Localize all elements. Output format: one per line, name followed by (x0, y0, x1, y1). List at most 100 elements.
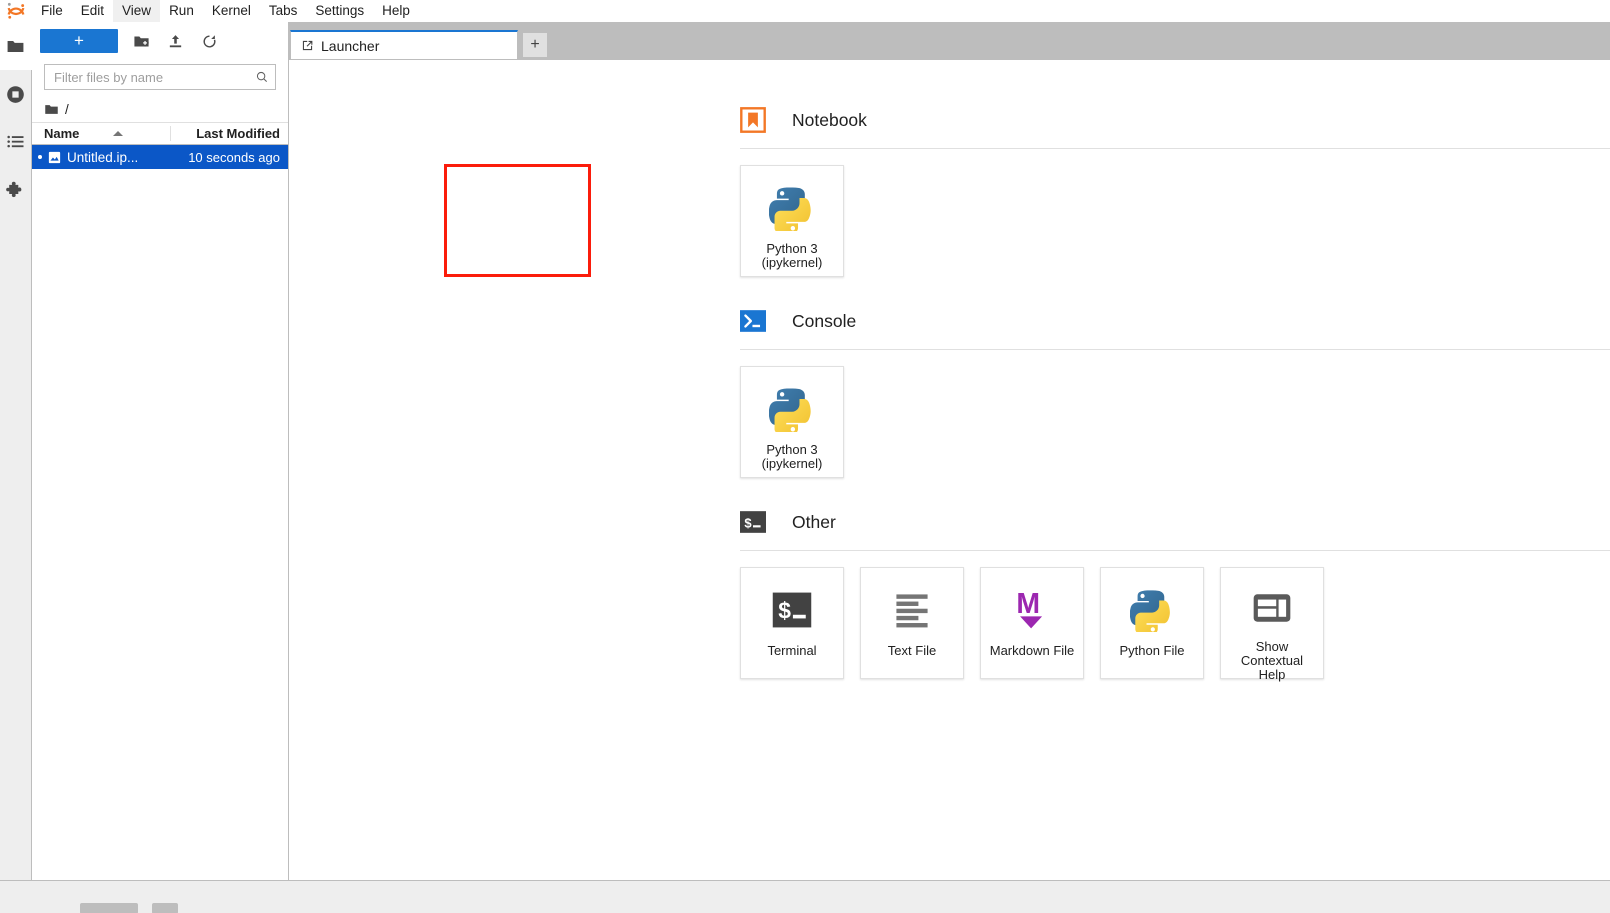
section-header-console: Console (293, 299, 1610, 343)
launcher-card-label: Text File (887, 643, 937, 658)
launcher-card-terminal[interactable]: $ Terminal (740, 567, 844, 679)
menu-item-help[interactable]: Help (373, 0, 419, 22)
table-row[interactable]: Untitled.ip... 10 seconds ago (32, 145, 288, 169)
menu-bar: File Edit View Run Kernel Tabs Settings … (0, 0, 1610, 22)
sidebar-item-extension-manager[interactable] (0, 166, 32, 214)
status-bar (0, 880, 1610, 913)
card-label-line2: (ipykernel) (761, 255, 823, 270)
tab-bar: Launcher + (290, 26, 548, 60)
launcher-card-label: Show Contextual Help (1237, 640, 1307, 682)
sidebar-item-commands[interactable] (0, 118, 32, 166)
status-chip[interactable] (80, 903, 138, 913)
console-section-icon (740, 310, 766, 332)
python-logo-icon (769, 385, 815, 433)
launcher-card-label: Markdown File (989, 643, 1075, 658)
launcher-icon (302, 40, 313, 51)
python-logo-icon (769, 184, 815, 232)
launcher-card-python3-console[interactable]: Python 3 (ipykernel) (740, 366, 844, 478)
sidebar-item-running-sessions[interactable] (0, 70, 32, 118)
card-label-line2: (ipykernel) (761, 456, 823, 471)
file-filter-wrapper (32, 60, 288, 96)
launcher-section-notebook: Notebook Python 3 (ipykernel) (293, 98, 1610, 277)
sort-ascending-icon (113, 131, 124, 136)
breadcrumb-path: / (65, 101, 69, 117)
menu-item-kernel[interactable]: Kernel (203, 0, 260, 22)
launcher-card-text-file[interactable]: Text File (860, 567, 964, 679)
search-icon (256, 71, 268, 83)
column-header-last-modified[interactable]: Last Modified (170, 126, 288, 141)
card-label-line1: Show (1255, 639, 1289, 654)
tab-label: Launcher (321, 37, 380, 54)
card-row-console: Python 3 (ipykernel) (293, 350, 1610, 478)
new-folder-icon (133, 36, 149, 47)
file-modified-cell: 10 seconds ago (188, 149, 280, 165)
upload-button[interactable] (164, 29, 186, 53)
card-label-line2: Contextual (1240, 653, 1304, 668)
file-list-header: Name Last Modified (32, 122, 288, 145)
svg-text:$: $ (778, 597, 791, 623)
puzzle-piece-icon (6, 181, 22, 197)
search-input[interactable] (54, 69, 255, 85)
new-launcher-button[interactable]: + (40, 29, 118, 53)
upload-icon (169, 34, 181, 47)
launcher-card-python-file[interactable]: Python File (1100, 567, 1204, 679)
menu-item-edit[interactable]: Edit (72, 0, 113, 22)
activity-bar (0, 22, 32, 913)
status-chip-secondary[interactable] (152, 903, 178, 913)
launcher-card-label: Terminal (767, 643, 817, 658)
folder-icon (7, 40, 23, 52)
launcher-section-console: Console Python 3 (ipykernel) (293, 299, 1610, 478)
card-label-line1: Python 3 (766, 442, 818, 457)
launcher-section-other: $ Other $ Terminal Text File M Markdown … (293, 500, 1610, 682)
menu-item-view[interactable]: View (113, 0, 161, 22)
stop-circle-icon (7, 85, 24, 103)
contextual-help-icon (1250, 586, 1294, 630)
breadcrumb[interactable]: / (32, 96, 288, 122)
text-file-icon (890, 586, 934, 634)
launcher-card-label: Python 3 (ipykernel) (758, 443, 827, 471)
new-folder-button[interactable] (130, 29, 152, 53)
section-title-notebook: Notebook (792, 109, 867, 130)
jupyter-logo-icon (0, 0, 32, 22)
file-name-label: Untitled.ip... (67, 149, 139, 165)
file-browser-toolbar: + (32, 22, 288, 60)
launcher-card-contextual-help[interactable]: Show Contextual Help (1220, 567, 1324, 682)
notebook-section-icon (740, 107, 766, 133)
launcher-card-label: Python 3 (ipykernel) (758, 242, 827, 270)
new-tab-button[interactable]: + (522, 32, 548, 58)
section-header-other: $ Other (293, 500, 1610, 544)
tab-launcher[interactable]: Launcher (290, 30, 518, 60)
menu-item-tabs[interactable]: Tabs (260, 0, 307, 22)
terminal-icon: $ (770, 586, 814, 634)
menu-item-settings[interactable]: Settings (306, 0, 373, 22)
card-label-line3: Help (1258, 667, 1286, 682)
launcher-card-markdown-file[interactable]: M Markdown File (980, 567, 1084, 679)
launcher-card-python3-notebook[interactable]: Python 3 (ipykernel) (740, 165, 844, 277)
file-browser-panel: + Filter files by name / Name Last Modif… (32, 22, 289, 880)
launcher-card-label: Python File (1119, 643, 1185, 658)
card-row-other: $ Terminal Text File M Markdown File Pyt… (293, 551, 1610, 682)
section-title-other: Other (792, 511, 836, 532)
python-logo-icon (1130, 586, 1174, 634)
notebook-icon (48, 151, 61, 163)
file-filter-box[interactable] (44, 64, 276, 90)
unsaved-indicator-icon (38, 155, 42, 159)
column-header-name-label: Name (44, 126, 80, 141)
card-row-notebook: Python 3 (ipykernel) (293, 149, 1610, 277)
refresh-button[interactable] (198, 29, 220, 53)
svg-text:$: $ (744, 515, 752, 530)
refresh-icon (203, 34, 216, 47)
column-header-name[interactable]: Name (32, 126, 170, 141)
sidebar-item-file-browser[interactable] (0, 22, 32, 70)
file-name-cell: Untitled.ip... (32, 150, 170, 165)
menu-item-run[interactable]: Run (160, 0, 203, 22)
markdown-icon: M (1010, 586, 1054, 634)
svg-text:M: M (1016, 588, 1040, 620)
card-label-line1: Python 3 (766, 241, 818, 256)
list-icon (6, 135, 23, 148)
section-title-console: Console (792, 310, 857, 331)
menu-item-file[interactable]: File (32, 0, 72, 22)
other-section-icon: $ (740, 511, 766, 533)
section-header-notebook: Notebook (293, 98, 1610, 142)
launcher-panel: Notebook Python 3 (ipykernel) Console Py… (293, 59, 1610, 880)
